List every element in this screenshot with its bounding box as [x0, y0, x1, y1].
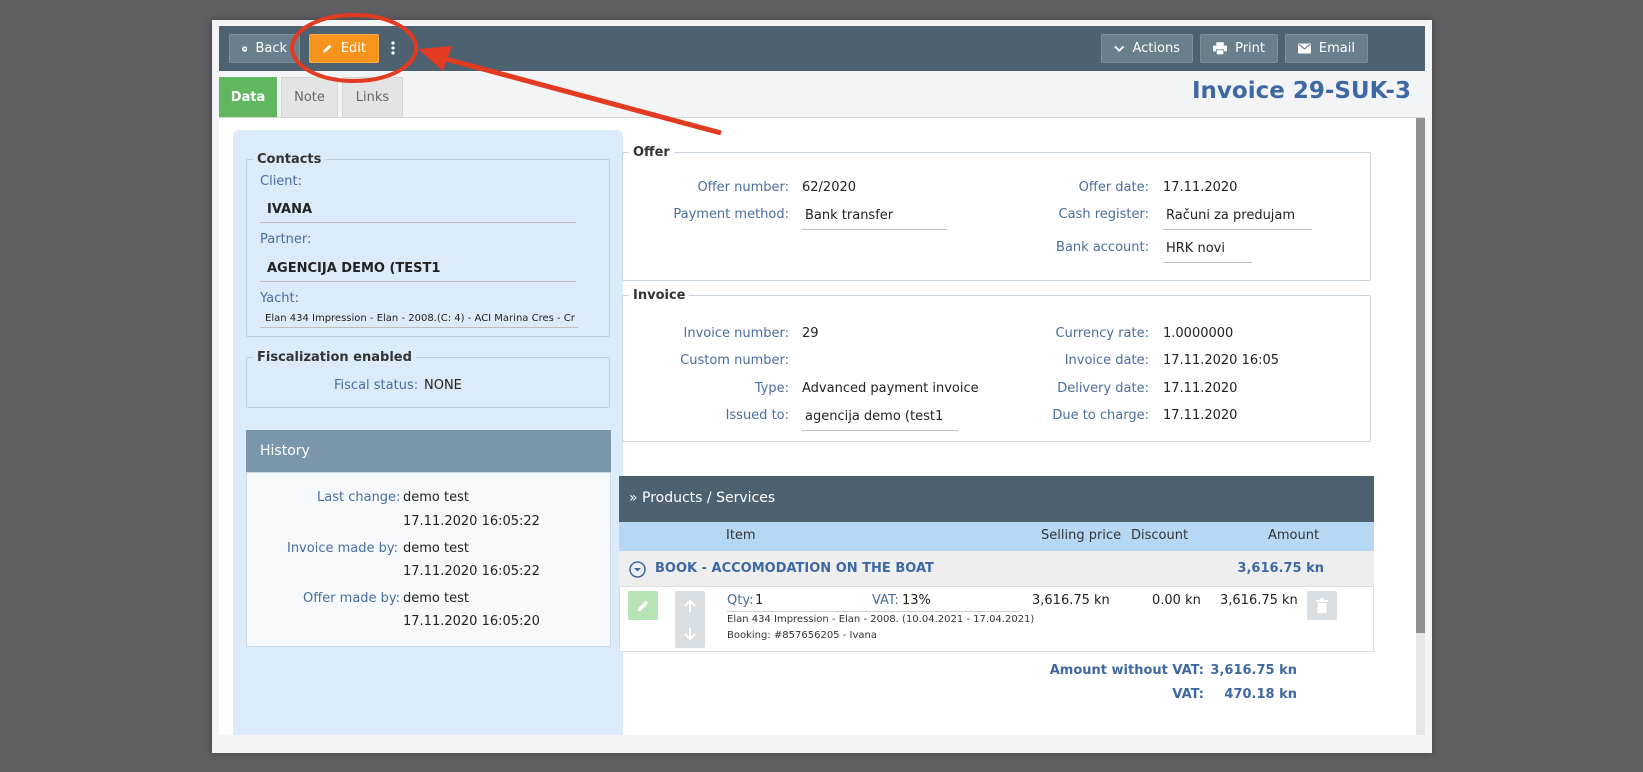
page-title: Invoice 29-SUK-3: [1191, 78, 1411, 104]
item-discount: 0.00 kn: [1152, 593, 1201, 608]
arrow-down-icon: [684, 627, 696, 640]
print-button[interactable]: Print: [1200, 34, 1278, 63]
offer-made-label: Offer made by:: [303, 591, 401, 606]
history-header: History: [246, 430, 611, 472]
col-amount: Amount: [1268, 528, 1320, 543]
tab-data[interactable]: Data: [219, 77, 277, 117]
item-amount: 3,616.75 kn: [1220, 593, 1298, 608]
edit-button[interactable]: Edit: [309, 34, 379, 63]
actions-label: Actions: [1132, 41, 1181, 56]
scrollbar-track[interactable]: [1416, 118, 1425, 735]
vat-total-value: 470.18 kn: [1224, 687, 1297, 702]
due-to-charge-value: 17.11.2020: [1163, 408, 1238, 423]
contacts-legend: Contacts: [257, 152, 322, 167]
actions-button[interactable]: Actions: [1101, 34, 1193, 63]
edit-label: Edit: [340, 41, 366, 56]
arrow-up-icon: [684, 599, 696, 612]
offer-legend: Offer: [633, 145, 670, 160]
qty-value: 1: [755, 593, 764, 608]
back-label: Back: [255, 41, 287, 56]
cash-register-label: Cash register:: [1058, 207, 1149, 222]
invoice-window: Back Edit Actions Print Email Data Note …: [212, 20, 1432, 753]
offer-made-date: 17.11.2020 16:05:20: [403, 614, 540, 629]
col-item: Item: [726, 528, 756, 543]
currency-rate-value: 1.0000000: [1163, 326, 1234, 341]
group-name: BOOK - ACCOMODATION ON THE BOAT: [655, 561, 934, 576]
products-header[interactable]: » Products / Services: [619, 476, 1374, 522]
main-content: Contacts Client: IVANA Partner: AGENCIJA…: [219, 118, 1425, 735]
product-item-row: Qty: 1 VAT: 13% Elan 434 Impression - El…: [619, 587, 1374, 652]
move-up-button[interactable]: [675, 591, 705, 620]
email-label: Email: [1318, 41, 1355, 56]
amount-without-vat-value: 3,616.75 kn: [1210, 663, 1297, 678]
edit-item-button[interactable]: [628, 591, 658, 620]
move-down-button[interactable]: [675, 619, 705, 648]
last-change-label: Last change:: [317, 490, 401, 505]
invoice-legend: Invoice: [633, 288, 686, 303]
vat-value: 13%: [902, 593, 931, 608]
envelope-icon: [1298, 43, 1311, 54]
item-booking: Booking: #857656205 - Ivana: [727, 630, 877, 641]
currency-rate-label: Currency rate:: [1055, 326, 1150, 341]
item-price: 3,616.75 kn: [1032, 593, 1110, 608]
tab-note[interactable]: Note: [281, 77, 338, 117]
product-group-row[interactable]: BOOK - ACCOMODATION ON THE BOAT 3,616.75…: [619, 551, 1374, 587]
tab-links[interactable]: Links: [342, 77, 403, 117]
partner-value[interactable]: AGENCIJA DEMO (TEST1: [260, 261, 576, 282]
vat-label: VAT:: [872, 593, 899, 608]
invoice-date-value: 17.11.2020 16:05: [1163, 353, 1280, 368]
last-change-date: 17.11.2020 16:05:22: [403, 514, 540, 529]
trash-icon: [1316, 598, 1328, 613]
item-description: Elan 434 Impression - Elan - 2008. (10.0…: [727, 614, 1035, 625]
due-to-charge-label: Due to charge:: [1052, 408, 1149, 423]
chevron-down-icon: [1114, 45, 1125, 52]
group-amount: 3,616.75 kn: [1237, 561, 1324, 576]
collapse-circle-icon[interactable]: [629, 561, 646, 578]
yacht-label: Yacht:: [260, 291, 299, 306]
col-selling-price: Selling price: [1041, 528, 1122, 543]
bank-account-value[interactable]: HRK novi: [1163, 241, 1252, 263]
toolbar: Back Edit Actions Print Email: [219, 26, 1425, 71]
invoice-made-user: demo test: [403, 541, 469, 556]
cash-register-value[interactable]: Računi za predujam: [1163, 208, 1312, 230]
qty-label: Qty:: [727, 593, 754, 608]
last-change-user: demo test: [403, 490, 469, 505]
col-discount: Discount: [1131, 528, 1189, 543]
bank-account-label: Bank account:: [1056, 240, 1149, 255]
products-columns: Item Selling price Discount Amount: [619, 522, 1374, 551]
printer-icon: [1213, 42, 1228, 56]
print-label: Print: [1235, 41, 1265, 56]
more-options-icon[interactable]: [391, 41, 395, 58]
close-circle-icon: [242, 45, 248, 52]
back-button[interactable]: Back: [229, 34, 300, 63]
delivery-date-value: 17.11.2020: [1163, 381, 1238, 396]
scrollbar-thumb[interactable]: [1416, 118, 1425, 633]
invoice-made-label: Invoice made by:: [287, 541, 399, 556]
offer-date-label: Offer date:: [1078, 180, 1149, 195]
delivery-date-label: Delivery date:: [1057, 381, 1149, 396]
pencil-icon: [323, 44, 332, 53]
delete-item-button[interactable]: [1307, 591, 1337, 620]
invoice-made-date: 17.11.2020 16:05:22: [403, 564, 540, 579]
pencil-icon: [637, 600, 649, 611]
item-divider: [727, 611, 1020, 612]
offer-made-user: demo test: [403, 591, 469, 606]
offer-date-value: 17.11.2020: [1163, 180, 1238, 195]
email-button[interactable]: Email: [1285, 34, 1368, 63]
invoice-date-label: Invoice date:: [1064, 353, 1149, 368]
